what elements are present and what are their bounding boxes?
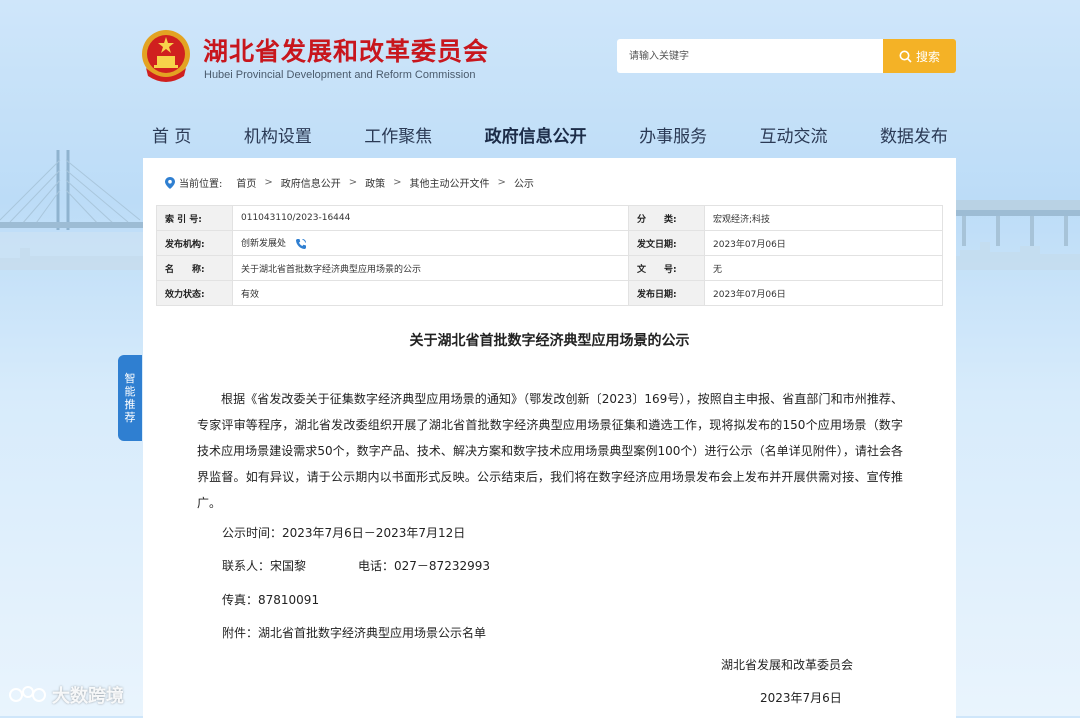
article-title: 关于湖北省首批数字经济典型应用场景的公示 bbox=[409, 333, 690, 349]
content-panel: 当前位置: 首页 > 政府信息公开 > 政策 > 其他主动公开文件 > 公示 索… bbox=[143, 158, 956, 718]
doc-date-label: 发文日期: bbox=[628, 230, 705, 256]
table-row: 名 称: 关于湖北省首批数字经济典型应用场景的公示 文 号: 无 bbox=[156, 255, 943, 281]
breadcrumb-link-policy[interactable]: 政策 bbox=[365, 175, 385, 190]
breadcrumb-link-home[interactable]: 首页 bbox=[236, 175, 256, 190]
pub-date-value: 2023年07月06日 bbox=[704, 280, 943, 306]
article-body: 根据《省发改委关于征集数字经济典型应用场景的通知》（鄂发改创新〔2023〕169… bbox=[197, 386, 903, 516]
site-title: 湖北省发展和改革委员会 bbox=[203, 37, 490, 66]
category-value: 宏观经济;科技 bbox=[704, 205, 943, 231]
breadcrumb-prefix: 当前位置: bbox=[179, 179, 223, 190]
breadcrumb-link-other-docs[interactable]: 其他主动公开文件 bbox=[410, 175, 490, 190]
search-button-label: 搜索 bbox=[915, 49, 940, 64]
location-pin-icon bbox=[165, 176, 175, 189]
side-tab-char: 推 bbox=[124, 398, 136, 411]
main-nav: 首 页 机构设置 工作聚焦 政府信息公开 办事服务 互动交流 数据发布 bbox=[140, 118, 960, 148]
chevron-right-icon: > bbox=[348, 177, 358, 188]
chevron-right-icon: > bbox=[497, 177, 506, 188]
publisher-label: 发布机构: bbox=[156, 230, 233, 256]
breadcrumb-current[interactable]: 公示 bbox=[514, 175, 534, 190]
search-input[interactable] bbox=[617, 39, 883, 73]
chevron-right-icon: > bbox=[264, 177, 273, 188]
attachment-link[interactable]: 附件：湖北省首批数字经济典型应用场景公示名单 bbox=[222, 624, 486, 641]
search-icon bbox=[899, 50, 912, 63]
doc-no-value: 无 bbox=[704, 255, 943, 281]
table-row: 发布机构: 创新发展处 发文日期: 2023年07月06日 bbox=[156, 230, 943, 256]
nav-item-data-release[interactable]: 数据发布 bbox=[868, 118, 960, 148]
contact-phone: 电话：027－87232993 bbox=[358, 559, 490, 573]
side-tab-char: 能 bbox=[124, 385, 136, 398]
search-button[interactable]: 搜索 bbox=[883, 39, 956, 73]
side-tab-char: 荐 bbox=[124, 411, 136, 424]
contact-line: 联系人：宋国黎 电话：027－87232993 bbox=[222, 557, 490, 574]
national-emblem-icon bbox=[142, 30, 190, 82]
status-value: 有效 bbox=[232, 280, 629, 306]
signature-date: 2023年7月6日 bbox=[760, 691, 842, 705]
chevron-right-icon: > bbox=[393, 177, 402, 188]
article-paragraph: 根据《省发改委关于征集数字经济典型应用场景的通知》（鄂发改创新〔2023〕169… bbox=[197, 392, 903, 510]
table-row: 索 引 号: 011043110/2023-16444 分 类: 宏观经济;科技 bbox=[156, 205, 943, 231]
site-subtitle: Hubei Provincial Development and Reform … bbox=[204, 69, 476, 81]
watermark-text: 大数跨境 bbox=[52, 686, 124, 707]
nav-item-work-focus[interactable]: 工作聚焦 bbox=[352, 118, 444, 148]
pub-date-label: 发布日期: bbox=[628, 280, 705, 306]
contact-person: 联系人：宋国黎 bbox=[222, 559, 307, 573]
notice-period: 公示时间：2023年7月6日－2023年7月12日 bbox=[222, 526, 466, 540]
breadcrumb: 当前位置: 首页 > 政府信息公开 > 政策 > 其他主动公开文件 > 公示 bbox=[165, 175, 534, 190]
category-label: 分 类: bbox=[628, 205, 705, 231]
table-row: 效力状态: 有效 发布日期: 2023年07月06日 bbox=[156, 280, 943, 306]
document-info-table: 索 引 号: 011043110/2023-16444 分 类: 宏观经济;科技… bbox=[156, 205, 943, 306]
index-label: 索 引 号: bbox=[156, 205, 233, 231]
fax-line: 传真：87810091 bbox=[222, 593, 320, 607]
phone-icon[interactable] bbox=[295, 238, 307, 250]
nav-item-home[interactable]: 首 页 bbox=[140, 118, 203, 148]
name-value: 关于湖北省首批数字经济典型应用场景的公示 bbox=[232, 255, 629, 281]
breadcrumb-link-gov-info[interactable]: 政府信息公开 bbox=[281, 175, 341, 190]
doc-no-label: 文 号: bbox=[628, 255, 705, 281]
status-label: 效力状态: bbox=[156, 280, 233, 306]
nav-item-gov-info-disclosure[interactable]: 政府信息公开 bbox=[473, 118, 599, 148]
watermark-logo-icon bbox=[9, 686, 46, 702]
name-label: 名 称: bbox=[156, 255, 233, 281]
doc-date-value: 2023年07月06日 bbox=[704, 230, 943, 256]
signature-org: 湖北省发展和改革委员会 bbox=[721, 658, 854, 672]
publisher-value: 创新发展处 bbox=[241, 239, 287, 250]
smart-recommend-tab[interactable]: 智 能 推 荐 bbox=[118, 355, 142, 441]
nav-item-interaction[interactable]: 互动交流 bbox=[748, 118, 840, 148]
nav-item-organization[interactable]: 机构设置 bbox=[232, 118, 324, 148]
nav-item-services[interactable]: 办事服务 bbox=[627, 118, 719, 148]
watermark: 大数跨境 bbox=[8, 682, 124, 708]
publisher-cell: 创新发展处 bbox=[232, 230, 629, 256]
index-value: 011043110/2023-16444 bbox=[232, 205, 629, 231]
side-tab-char: 智 bbox=[124, 372, 136, 385]
